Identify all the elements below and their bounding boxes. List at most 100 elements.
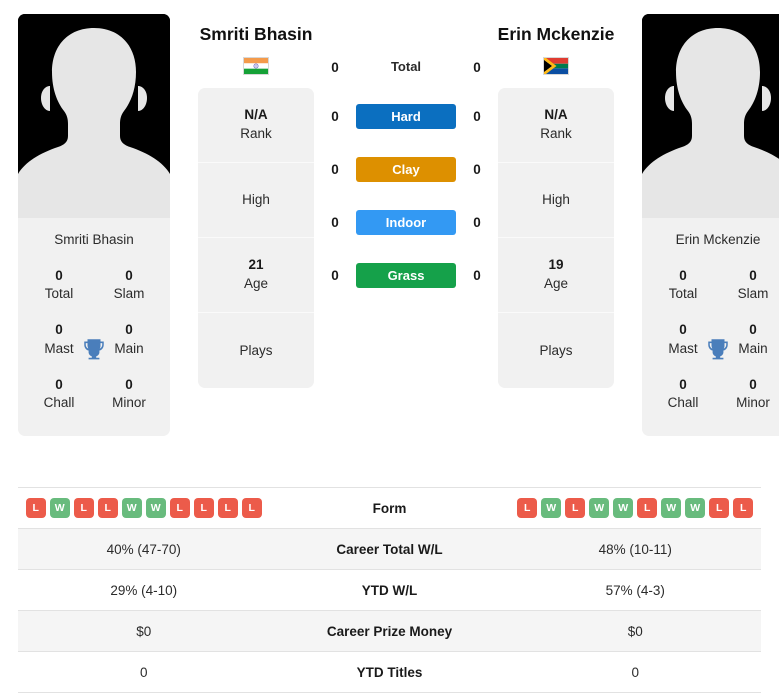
form-strip-left: LWLLWWLLLL [18, 498, 270, 518]
table-cell-right: 48% (10-11) [598, 541, 672, 557]
trophy-stat-value: 0 [679, 376, 687, 392]
table-cell-right: 0 [631, 664, 639, 680]
form-badge-loss: L [517, 498, 538, 518]
h2h-surface-label-wrap: Indoor [356, 210, 456, 235]
form-badge-loss: L [565, 498, 586, 518]
form-badge-loss: L [217, 498, 238, 518]
rank-cell-left: N/A Rank [198, 88, 314, 163]
form-badge-win: W [145, 498, 166, 518]
form-badge-win: W [121, 498, 142, 518]
surface-chip-indoor[interactable]: Indoor [356, 210, 456, 235]
trophy-stat-value: 0 [125, 268, 133, 283]
top-comparison-area: Smriti Bhasin 0 Total 0 Slam 0 Mast 0 Ma… [0, 0, 779, 472]
form-badge-win: W [541, 498, 562, 518]
form-badge-win: W [661, 498, 682, 518]
high-rank-label: High [542, 192, 570, 208]
h2h-row-grass: 0 Grass 0 [314, 263, 498, 288]
form-badge-loss: L [25, 498, 46, 518]
table-cell-left: $0 [136, 623, 152, 639]
form-badge-loss: L [169, 498, 190, 518]
form-badge-win: W [613, 498, 634, 518]
trophy-stat: 0 Total [648, 259, 718, 313]
trophy-stat-label: Slam [113, 286, 145, 302]
surface-chip-grass[interactable]: Grass [356, 263, 456, 288]
h2h-left-score: 0 [331, 268, 339, 283]
player-avatar-left [18, 14, 170, 218]
table-cell-left: 29% (4-10) [110, 582, 178, 598]
trophy-stat-label: Minor [736, 395, 770, 411]
plays-cell-left: Plays [198, 313, 314, 388]
player-info-card-right: N/A Rank High 19 Age Plays [498, 87, 614, 388]
table-row-career-prize-money: $0 Career Prize Money $0 [18, 611, 761, 652]
plays-label: Plays [239, 342, 273, 358]
player-heading-right: Erin Mckenzie [497, 24, 615, 44]
table-row-label: YTD Titles [356, 664, 423, 680]
h2h-right-score: 0 [473, 162, 481, 177]
h2h-row-clay: 0 Clay 0 [314, 157, 498, 182]
rank-value: N/A [244, 107, 268, 123]
age-cell-left: 21 Age [198, 238, 314, 313]
form-badge-loss: L [709, 498, 730, 518]
player-avatar-right [642, 14, 779, 218]
form-badge-loss: L [97, 498, 118, 518]
plays-cell-right: Plays [498, 313, 614, 388]
player-info-card-left: N/A Rank High 21 Age Plays [198, 87, 314, 388]
trophy-stat-label: Total [668, 286, 698, 302]
trophy-stat-value: 0 [55, 376, 63, 392]
table-row-ytd-wl: 29% (4-10) YTD W/L 57% (4-3) [18, 570, 761, 611]
trophy-stat: 0 Minor [94, 368, 164, 422]
h2h-surface-column: 0 Total 0 0 Hard 0 0 Clay 0 0 Indoor 0 0… [314, 0, 498, 288]
table-cell-left: 40% (47-70) [106, 541, 181, 557]
trophy-stat-label: Chall [43, 395, 75, 411]
trophy-stat-label: Total [44, 286, 74, 302]
form-badge-win: W [685, 498, 706, 518]
trophy-stat-label: Slam [737, 286, 769, 302]
table-row-ytd-titles: 0 YTD Titles 0 [18, 652, 761, 693]
table-row-label: YTD W/L [361, 582, 418, 598]
player-name-right: Erin Mckenzie [675, 232, 761, 247]
h2h-left-score: 0 [331, 59, 339, 75]
trophy-stats-right: 0 Total 0 Slam 0 Mast 0 Main 0 Chall 0 M… [642, 259, 779, 436]
trophy-stat-value: 0 [749, 268, 757, 283]
trophy-icon [84, 338, 104, 359]
surface-chip-clay[interactable]: Clay [356, 157, 456, 182]
form-badge-loss: L [73, 498, 94, 518]
age-label: Age [243, 275, 269, 291]
trophy-icon [708, 338, 728, 359]
age-value: 19 [548, 257, 564, 273]
h2h-row-total: 0 Total 0 [314, 58, 498, 76]
form-strip-right: LWLWWLWWLL [510, 498, 762, 518]
form-badge-loss: L [637, 498, 658, 518]
h2h-surface-label-wrap: Grass [356, 263, 456, 288]
form-badge-win: W [589, 498, 610, 518]
form-badge-loss: L [193, 498, 214, 518]
table-row-form: LWLLWWLLLL Form LWLWWLWWLL [18, 488, 761, 529]
h2h-left-score: 0 [331, 162, 339, 177]
trophy-stat-value: 0 [55, 268, 63, 283]
age-label: Age [543, 275, 569, 291]
rank-label: Rank [240, 125, 272, 141]
player-card-left: Smriti Bhasin 0 Total 0 Slam 0 Mast 0 Ma… [18, 14, 170, 437]
form-badge-win: W [49, 498, 70, 518]
table-row-label: Career Total W/L [336, 541, 443, 557]
trophy-stats-left: 0 Total 0 Slam 0 Mast 0 Main 0 Chall 0 M… [18, 259, 170, 436]
trophy-stat-value: 0 [679, 268, 687, 283]
rank-label: Rank [540, 125, 572, 141]
player-info-column-left: Smriti Bhasin N/A Rank High 21 Age Plays [198, 0, 314, 388]
player-name-left: Smriti Bhasin [54, 232, 134, 247]
trophy-stat: 0 Chall [24, 368, 94, 422]
trophy-stat-value: 0 [749, 376, 757, 392]
table-row-label: Career Prize Money [326, 623, 453, 639]
high-rank-label: High [242, 192, 270, 208]
rank-value: N/A [544, 107, 568, 123]
age-value: 21 [248, 257, 264, 273]
h2h-label-total: Total [390, 59, 422, 74]
trophy-stat: 0 Slam [94, 259, 164, 313]
trophy-stat: 0 Slam [718, 259, 779, 313]
h2h-surface-label-wrap: Clay [356, 157, 456, 182]
player-info-column-right: Erin Mckenzie N/A Rank High 19 Age Plays [498, 0, 614, 388]
avatar-silhouette-icon [642, 14, 779, 218]
h2h-surface-label-wrap: Hard [356, 104, 456, 129]
h2h-left-score: 0 [331, 215, 339, 230]
surface-chip-hard[interactable]: Hard [356, 104, 456, 129]
